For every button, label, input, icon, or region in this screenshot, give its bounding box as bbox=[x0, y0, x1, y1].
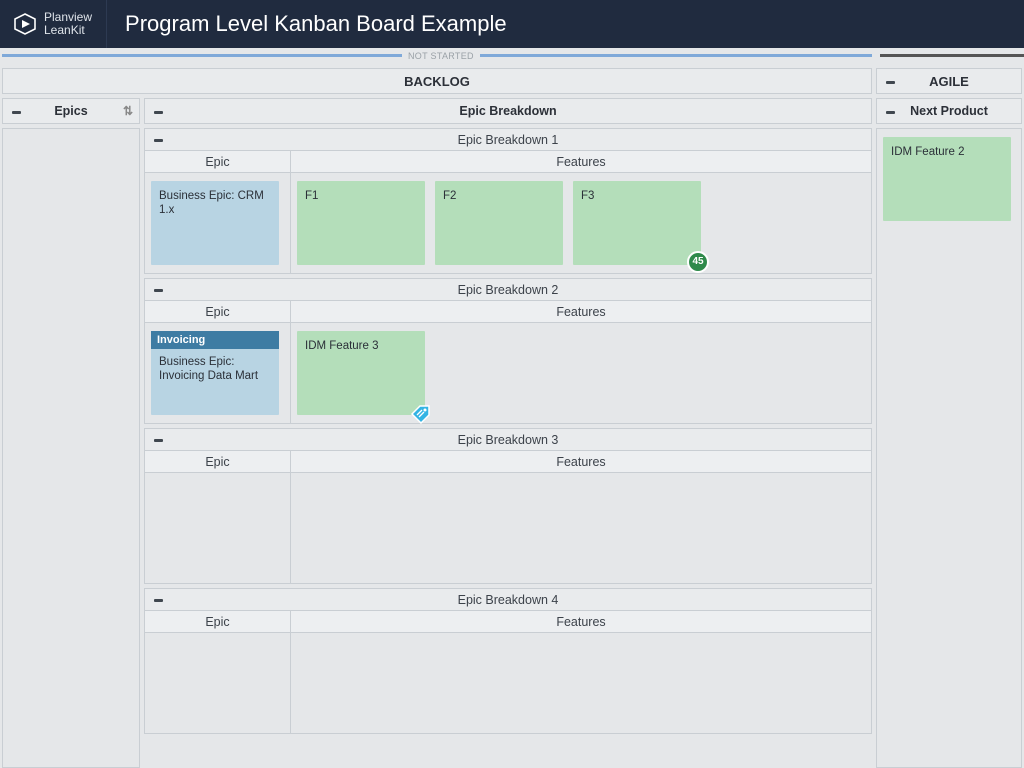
status-label-not-started: NOT STARTED bbox=[402, 51, 480, 61]
lane-header-agile[interactable]: AGILE bbox=[876, 68, 1022, 94]
card-invoicing-tag: Invoicing bbox=[151, 331, 279, 349]
eb-group-3: Epic Breakdown 3 Epic Features bbox=[144, 428, 872, 584]
lane-headers: BACKLOG AGILE bbox=[2, 68, 1022, 94]
eb3-epic-col[interactable] bbox=[145, 473, 291, 583]
card-f1[interactable]: F1 bbox=[297, 181, 425, 265]
eb2-epic-header[interactable]: Epic bbox=[145, 301, 291, 323]
eb-group-3-title-label: Epic Breakdown 3 bbox=[458, 433, 559, 447]
sort-icon[interactable]: ⇅ bbox=[123, 104, 133, 118]
card-f3-badge: 45 bbox=[687, 251, 709, 273]
lane-header-backlog[interactable]: BACKLOG bbox=[2, 68, 872, 94]
lane-next: IDM Feature 2 bbox=[876, 128, 1022, 768]
eb1-cards-row: Business Epic: CRM 1.x F1 F2 F3 45 bbox=[145, 173, 871, 273]
eb2-feat-col[interactable]: IDM Feature 3 bbox=[291, 323, 871, 423]
eb4-feat-header[interactable]: Features bbox=[291, 611, 871, 633]
card-idm3[interactable]: IDM Feature 3 bbox=[297, 331, 425, 415]
eb4-epic-col[interactable] bbox=[145, 633, 291, 733]
page-title: Program Level Kanban Board Example bbox=[125, 11, 507, 37]
eb3-feat-header[interactable]: Features bbox=[291, 451, 871, 473]
collapse-icon[interactable] bbox=[151, 435, 165, 445]
eb3-cards-row bbox=[145, 473, 871, 583]
brand-logo: Planview LeanKit bbox=[0, 0, 107, 48]
eb2-sub-headers: Epic Features bbox=[145, 301, 871, 323]
collapse-icon[interactable] bbox=[151, 135, 165, 145]
eb3-epic-header[interactable]: Epic bbox=[145, 451, 291, 473]
eb-group-2-title-label: Epic Breakdown 2 bbox=[458, 283, 559, 297]
eb-group-2: Epic Breakdown 2 Epic Features Invoicing… bbox=[144, 278, 872, 424]
card-idm2[interactable]: IDM Feature 2 bbox=[883, 137, 1011, 221]
eb-group-4-title[interactable]: Epic Breakdown 4 bbox=[145, 589, 871, 611]
col-header-epic-breakdown[interactable]: Epic Breakdown bbox=[144, 98, 872, 124]
brand-line2: LeanKit bbox=[44, 24, 92, 37]
collapse-icon[interactable] bbox=[151, 595, 165, 605]
eb-group-4-title-label: Epic Breakdown 4 bbox=[458, 593, 559, 607]
lane-epic-breakdown: Epic Breakdown 1 Epic Features Business … bbox=[144, 128, 872, 768]
card-invoicing-title: Business Epic: Invoicing Data Mart bbox=[159, 356, 258, 382]
eb-group-1: Epic Breakdown 1 Epic Features Business … bbox=[144, 128, 872, 274]
card-f3[interactable]: F3 45 bbox=[573, 181, 701, 265]
col-header-epics[interactable]: Epics ⇅ bbox=[2, 98, 140, 124]
lane-epics[interactable] bbox=[2, 128, 140, 768]
col-header-next[interactable]: Next Product bbox=[876, 98, 1022, 124]
board: Epic Breakdown 1 Epic Features Business … bbox=[2, 128, 1022, 768]
eb4-epic-header[interactable]: Epic bbox=[145, 611, 291, 633]
col-header-eb-label: Epic Breakdown bbox=[459, 104, 556, 118]
collapse-icon[interactable] bbox=[151, 107, 165, 117]
eb1-feat-col[interactable]: F1 F2 F3 45 bbox=[291, 173, 871, 273]
status-stripe-right bbox=[880, 54, 1024, 57]
collapse-icon[interactable] bbox=[883, 107, 897, 117]
next-card-area[interactable]: IDM Feature 2 bbox=[876, 128, 1022, 768]
eb4-sub-headers: Epic Features bbox=[145, 611, 871, 633]
card-f2[interactable]: F2 bbox=[435, 181, 563, 265]
collapse-icon[interactable] bbox=[151, 285, 165, 295]
lane-header-agile-label: AGILE bbox=[929, 74, 969, 89]
card-idm3-title: IDM Feature 3 bbox=[305, 340, 379, 352]
eb4-feat-col[interactable] bbox=[291, 633, 871, 733]
brand-text: Planview LeanKit bbox=[44, 11, 92, 37]
col-header-epics-label: Epics bbox=[54, 104, 87, 118]
eb1-sub-headers: Epic Features bbox=[145, 151, 871, 173]
card-f2-title: F2 bbox=[443, 190, 456, 202]
eb2-cards-row: Invoicing Business Epic: Invoicing Data … bbox=[145, 323, 871, 423]
eb2-feat-header[interactable]: Features bbox=[291, 301, 871, 323]
card-crm-epic-title: Business Epic: CRM 1.x bbox=[159, 190, 264, 216]
eb1-feat-header[interactable]: Features bbox=[291, 151, 871, 173]
eb-group-4: Epic Breakdown 4 Epic Features bbox=[144, 588, 872, 734]
lane-header-backlog-label: BACKLOG bbox=[404, 74, 470, 89]
eb-group-3-title[interactable]: Epic Breakdown 3 bbox=[145, 429, 871, 451]
eb4-cards-row bbox=[145, 633, 871, 733]
eb-group-2-title[interactable]: Epic Breakdown 2 bbox=[145, 279, 871, 301]
collapse-icon[interactable] bbox=[883, 77, 897, 87]
eb3-feat-col[interactable] bbox=[291, 473, 871, 583]
eb-group-1-title[interactable]: Epic Breakdown 1 bbox=[145, 129, 871, 151]
card-f3-title: F3 bbox=[581, 190, 594, 202]
eb1-epic-col[interactable]: Business Epic: CRM 1.x bbox=[145, 173, 291, 273]
eb3-sub-headers: Epic Features bbox=[145, 451, 871, 473]
tag-icon bbox=[409, 401, 433, 425]
eb2-epic-col[interactable]: Invoicing Business Epic: Invoicing Data … bbox=[145, 323, 291, 423]
collapse-icon[interactable] bbox=[9, 107, 23, 117]
top-bar: Planview LeanKit Program Level Kanban Bo… bbox=[0, 0, 1024, 48]
card-idm2-title: IDM Feature 2 bbox=[891, 146, 965, 158]
col-header-next-label: Next Product bbox=[910, 104, 988, 118]
planview-logo-icon bbox=[14, 13, 36, 35]
card-f1-title: F1 bbox=[305, 190, 318, 202]
eb-group-1-title-label: Epic Breakdown 1 bbox=[458, 133, 559, 147]
column-headers: Epics ⇅ Epic Breakdown Next Product bbox=[2, 98, 1022, 124]
eb1-epic-header[interactable]: Epic bbox=[145, 151, 291, 173]
card-invoicing-epic[interactable]: Invoicing Business Epic: Invoicing Data … bbox=[151, 331, 279, 415]
card-crm-epic[interactable]: Business Epic: CRM 1.x bbox=[151, 181, 279, 265]
status-stripes: NOT STARTED bbox=[0, 54, 1024, 68]
